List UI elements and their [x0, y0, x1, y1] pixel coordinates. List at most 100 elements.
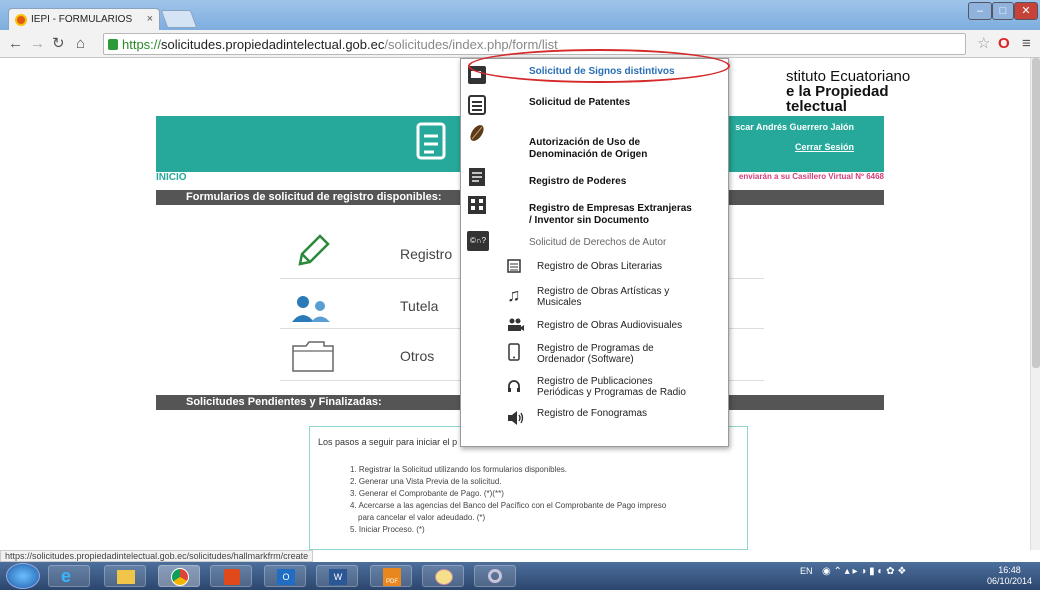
start-button[interactable]: [6, 563, 40, 589]
cocoa-bean-icon: [470, 125, 484, 141]
word-icon: W: [329, 569, 347, 585]
casillero-notice: enviarán a su Casillero Virtual Nº 6468: [738, 172, 884, 181]
submenu-item-label: Registro de Publicaciones Periódicas y P…: [537, 376, 686, 398]
menu-item-label: Autorización de Uso de Denominación de O…: [529, 137, 648, 160]
browser-tab[interactable]: IEPI - FORMULARIOS ×: [8, 8, 160, 30]
tab-close-icon[interactable]: ×: [147, 13, 153, 25]
clock-time: 16:48: [998, 565, 1021, 575]
mobile-phone-icon: [508, 343, 520, 361]
submenu-item-label: Registro de Obras Artísticas y Musicales: [537, 286, 670, 308]
windows-taskbar: e O W PDF EN ◉ ⌃ ▴ ▸ ◑ ▮ ◐ ✿ ❖ 16:48 06/…: [0, 562, 1040, 590]
step-item: 4. Acercarse a las agencias del Banco de…: [350, 501, 667, 510]
logout-link[interactable]: Cerrar Sesión: [795, 142, 854, 152]
language-indicator[interactable]: EN: [800, 566, 813, 576]
menu-item-label: Registro de Poderes: [529, 176, 627, 187]
reload-icon[interactable]: ↻: [52, 36, 65, 52]
bookmark-star-icon[interactable]: ☆: [977, 36, 990, 52]
step-item: 2. Generar una Vista Previa de la solici…: [350, 477, 502, 486]
logo-text-line3: telectual: [786, 98, 847, 115]
lock-icon: [108, 39, 118, 50]
new-tab-button[interactable]: [160, 10, 198, 28]
word-taskbar-icon[interactable]: W: [316, 565, 358, 587]
chrome-taskbar-icon[interactable]: [158, 565, 200, 587]
user-name: scar Andrés Guerrero Jalón: [735, 122, 854, 132]
submenu-item-literarias[interactable]: Registro de Obras Literarias: [461, 255, 730, 277]
scrollbar-thumb[interactable]: [1032, 58, 1040, 368]
submenu-item-fonogramas[interactable]: Registro de Fonogramas: [461, 407, 730, 431]
page-scrollbar[interactable]: [1030, 58, 1040, 550]
pdf-icon: PDF: [383, 568, 401, 586]
home-icon[interactable]: ⌂: [76, 36, 85, 52]
otros-folder-icon[interactable]: [290, 338, 336, 374]
url-host: solicitudes.propiedadintelectual.gob.ec: [161, 37, 385, 52]
submenu-item-label: Registro de Obras Audiovisuales: [537, 320, 683, 331]
menu-item-poderes[interactable]: Registro de Poderes: [461, 163, 730, 195]
opera-extension-icon[interactable]: O: [998, 36, 1010, 52]
option-otros[interactable]: Otros: [400, 348, 434, 364]
maximize-button[interactable]: □: [992, 2, 1014, 20]
step-item: para cancelar el valor adeudado. (*): [358, 513, 486, 522]
menu-item-denominacion[interactable]: Autorización de Uso de Denominación de O…: [461, 121, 730, 163]
submenu-item-artisticas[interactable]: ♫ Registro de Obras Artísticas y Musical…: [461, 283, 730, 313]
outlook-taskbar-icon[interactable]: O: [264, 565, 306, 587]
building-icon: [468, 196, 486, 214]
magnifier-icon: [488, 569, 502, 583]
url-scheme: https://: [122, 37, 162, 52]
system-tray-icons[interactable]: ◉ ⌃ ▴ ▸ ◑ ▮ ◐ ✿ ❖: [822, 566, 906, 577]
tab-title: IEPI - FORMULARIOS: [31, 14, 133, 25]
submenu-item-publicaciones[interactable]: Registro de Publicaciones Periódicas y P…: [461, 375, 730, 405]
paint-taskbar-icon[interactable]: [422, 565, 464, 587]
ie-taskbar-icon[interactable]: e: [48, 565, 90, 587]
ie-icon: e: [61, 566, 72, 586]
menu-item-label: Solicitud de Derechos de Autor: [529, 237, 667, 248]
iepi-favicon-icon: [15, 14, 27, 26]
paint-palette-icon: [435, 569, 453, 585]
music-note-icon: ♫: [507, 285, 521, 305]
explorer-taskbar-icon[interactable]: [104, 565, 146, 587]
highlight-annotation-oval: [468, 49, 730, 83]
close-window-button[interactable]: ✕: [1014, 2, 1038, 20]
browser-titlebar: IEPI - FORMULARIOS × – □ ✕: [0, 0, 1040, 30]
forms-dropdown-menu: Solicitud de Signos distintivos Solicitu…: [460, 58, 729, 447]
step-item: 3. Generar el Comprobante de Pago. (*)(*…: [350, 489, 504, 498]
forward-arrow-icon[interactable]: →: [30, 36, 45, 52]
option-registro[interactable]: Registro: [400, 246, 452, 262]
instructions-intro: Los pasos a seguir para iniciar el p: [318, 437, 458, 447]
menu-item-derechos-autor[interactable]: ©∩? Solicitud de Derechos de Autor: [461, 231, 730, 253]
media-player-icon: [224, 569, 240, 585]
folder-icon: [117, 570, 135, 584]
media-taskbar-icon[interactable]: [210, 565, 252, 587]
tutela-users-icon[interactable]: [290, 294, 334, 324]
url-path: /solicitudes/index.php/form/list: [384, 37, 558, 52]
step-item: 1. Registrar la Solicitud utilizando los…: [350, 465, 567, 474]
menu-item-patentes[interactable]: Solicitud de Patentes: [461, 89, 730, 119]
option-tutela[interactable]: Tutela: [400, 298, 438, 314]
menu-item-label: Registro de Empresas Extranjeras / Inven…: [529, 203, 692, 226]
document-lines-icon: [469, 168, 485, 186]
instructions-steps: 1. Registrar la Solicitud utilizando los…: [350, 464, 666, 536]
submenu-item-audiovisuales[interactable]: Registro de Obras Audiovisuales: [461, 315, 730, 337]
audiovisual-users-icon: [508, 318, 524, 331]
pdf-taskbar-icon[interactable]: PDF: [370, 565, 412, 587]
menu-item-empresas[interactable]: Registro de Empresas Extranjeras / Inven…: [461, 195, 730, 231]
step-item: 5. Iniciar Proceso. (*): [350, 525, 425, 534]
registro-pen-icon[interactable]: [292, 230, 332, 270]
book-icon: [507, 259, 521, 273]
chrome-icon: [171, 568, 189, 586]
outlook-icon: O: [277, 569, 295, 585]
menu-item-label: Solicitud de Patentes: [529, 97, 631, 108]
speaker-icon: [508, 411, 524, 425]
copyright-author-icon: ©∩?: [467, 231, 489, 251]
clock-date: 06/10/2014: [986, 576, 1032, 586]
submenu-item-software[interactable]: Registro de Programas de Ordenador (Soft…: [461, 341, 730, 371]
document-icon: [468, 95, 486, 115]
inicio-link[interactable]: INICIO: [156, 172, 187, 183]
status-bar-url: https://solicitudes.propiedadintelectual…: [0, 550, 314, 562]
back-arrow-icon[interactable]: ←: [8, 36, 23, 52]
clock[interactable]: 16:48 06/10/2014: [987, 565, 1032, 587]
submenu-item-label: Registro de Programas de Ordenador (Soft…: [537, 343, 654, 365]
minimize-button[interactable]: –: [968, 2, 992, 20]
form-document-icon: [416, 122, 446, 160]
search-taskbar-icon[interactable]: [474, 565, 516, 587]
menu-icon[interactable]: ≡: [1022, 36, 1031, 52]
